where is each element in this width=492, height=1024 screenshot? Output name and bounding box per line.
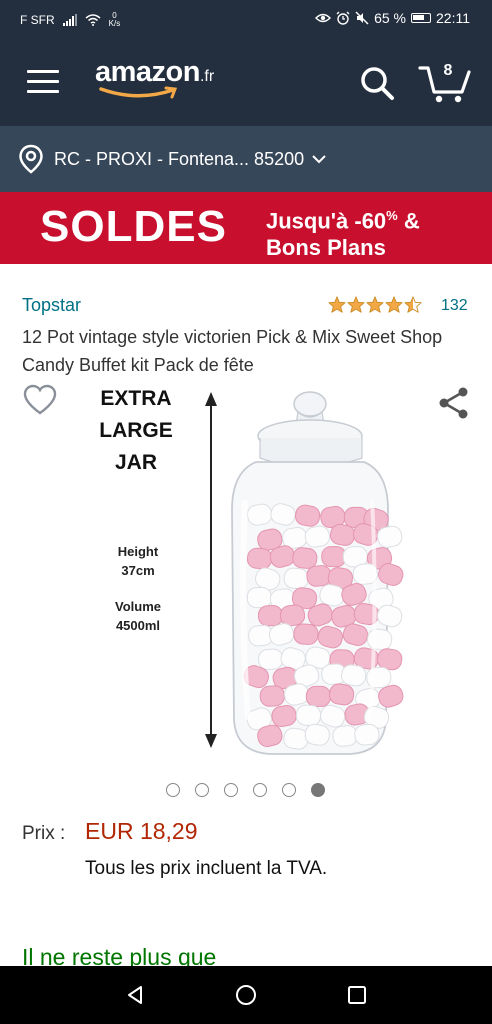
logo-wordmark: amazon: [95, 56, 200, 88]
menu-icon-bar: [27, 70, 59, 73]
star-icon: [328, 296, 346, 313]
search-button[interactable]: [357, 63, 397, 103]
alarm-icon: [336, 11, 350, 25]
status-right: 65 % 22:11: [315, 10, 470, 26]
marshmallow: [257, 605, 283, 627]
marshmallow: [292, 547, 318, 569]
carousel-dot[interactable]: [253, 783, 267, 797]
vat-note: Tous les prix incluent la TVA.: [85, 858, 328, 879]
marshmallow: [283, 567, 309, 590]
banner-line1-sup: %: [386, 208, 398, 223]
carousel-dot[interactable]: [282, 783, 296, 797]
price-value: EUR 18,29: [85, 818, 198, 844]
star-icon: [404, 296, 422, 313]
status-bar: F SFR 0 K/s 65 % 22:11: [0, 0, 492, 40]
network-speed-unit: K/s: [108, 19, 121, 28]
signal-icon: [62, 14, 77, 26]
carousel-dot[interactable]: [224, 783, 238, 797]
app-header: amazon.fr 8: [0, 40, 492, 126]
banner-subtitle: Jusqu'à -60% & Bons Plans: [266, 202, 420, 261]
cart-button[interactable]: 8: [418, 58, 472, 106]
star-icon: [366, 296, 384, 313]
status-left: F SFR 0 K/s: [20, 12, 120, 28]
location-text: RC - PROXI - Fontena... 85200: [54, 148, 305, 169]
heart-icon: [23, 384, 57, 415]
banner-line2: Bons Plans: [266, 235, 386, 261]
marshmallow: [259, 685, 285, 707]
carrier-label: F SFR: [20, 13, 55, 27]
carousel-dot[interactable]: [195, 783, 209, 797]
star-icon: [347, 296, 365, 313]
home-circle-icon: [235, 985, 256, 1005]
marshmallow: [306, 565, 332, 587]
marshmallow: [295, 704, 322, 727]
marshmallow: [354, 724, 380, 746]
rating-stars[interactable]: [328, 296, 422, 313]
marshmallow: [321, 546, 347, 568]
battery-icon: [411, 13, 431, 23]
marshmallow: [305, 685, 331, 707]
network-speed: 0 K/s: [109, 12, 121, 28]
eye-icon: [315, 13, 332, 23]
recents-square-icon: [347, 986, 366, 1004]
carousel-dot[interactable]: [311, 783, 325, 797]
banner-title: SOLDES: [40, 202, 227, 251]
rating-count[interactable]: 132: [441, 297, 468, 315]
product-title: 12 Pot vintage style victorien Pick & Mi…: [22, 327, 443, 375]
marshmallow: [258, 648, 284, 670]
wishlist-button[interactable]: [22, 384, 58, 421]
back-button[interactable]: [120, 980, 150, 1010]
battery-percent: 65 %: [374, 10, 406, 26]
share-icon: [439, 387, 468, 419]
mute-icon: [355, 11, 369, 25]
home-button[interactable]: [231, 980, 261, 1010]
price-row: Prix : EUR 18,29: [22, 818, 198, 845]
star-icon: [385, 296, 403, 313]
system-navigation-bar: [0, 966, 492, 1024]
jar-illustration: [205, 391, 404, 755]
chevron-down-icon: [312, 155, 326, 164]
price-label: Prix :: [22, 823, 66, 844]
marshmallow: [293, 623, 319, 645]
smile-icon: [99, 86, 178, 99]
wifi-icon: [85, 14, 101, 26]
product-image[interactable]: EXTRA LARGE JAR Height 37cm Volume 4500m…: [80, 380, 410, 760]
menu-button[interactable]: [27, 70, 59, 94]
amazon-logo[interactable]: amazon.fr: [95, 56, 215, 99]
location-pin-icon: [19, 144, 43, 174]
brand-link[interactable]: Topstar: [22, 295, 81, 316]
image-carousel-dots: [166, 783, 325, 797]
carousel-dot[interactable]: [166, 783, 180, 797]
marshmallow: [246, 586, 272, 609]
back-triangle-icon: [128, 986, 143, 1004]
share-button[interactable]: [437, 386, 471, 425]
menu-icon-bar: [27, 80, 59, 83]
marshmallow: [366, 666, 392, 689]
banner-line1-suffix: &: [397, 208, 420, 234]
sales-banner[interactable]: SOLDES Jusqu'à -60% & Bons Plans: [0, 192, 492, 264]
search-icon: [361, 67, 394, 100]
marshmallow: [332, 725, 358, 747]
banner-line1: Jusqu'à -60% &: [266, 202, 420, 234]
cart-count: 8: [443, 62, 453, 79]
recents-button[interactable]: [342, 980, 372, 1010]
logo-tld: .fr: [199, 68, 215, 85]
delivery-location[interactable]: RC - PROXI - Fontena... 85200: [0, 126, 492, 192]
marshmallow: [246, 547, 273, 570]
clock: 22:11: [436, 10, 470, 26]
menu-icon-bar: [27, 90, 59, 93]
banner-line1-prefix: Jusqu'à -60: [266, 208, 387, 234]
